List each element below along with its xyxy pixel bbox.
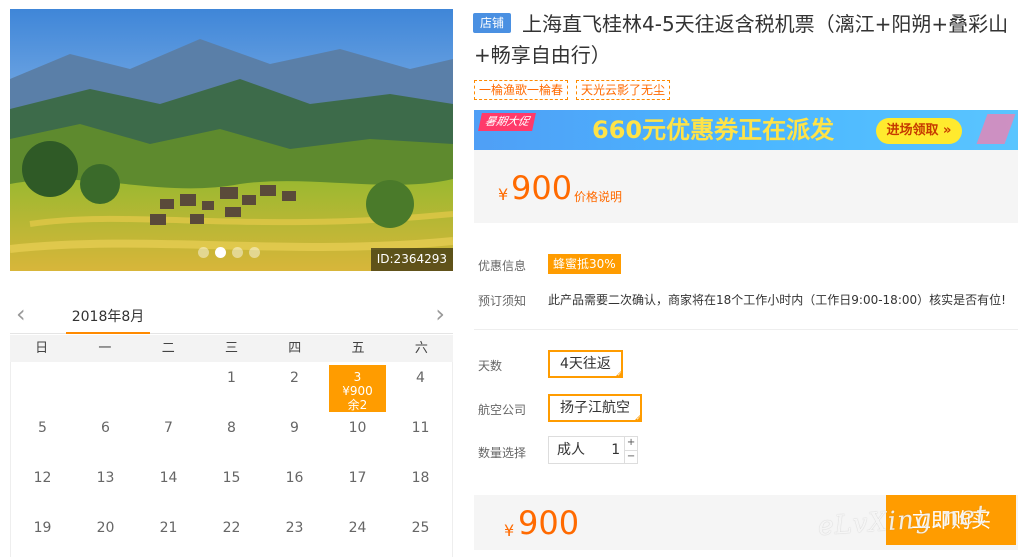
quantity-value[interactable]: 1 xyxy=(600,437,624,463)
calendar-day[interactable]: 16 xyxy=(263,462,326,512)
price-amount: 900 xyxy=(511,169,573,207)
carousel-dot[interactable] xyxy=(249,247,260,258)
available-day-number: 3 xyxy=(353,370,362,384)
weekday-label: 二 xyxy=(161,341,175,356)
promo-claim-button[interactable]: 进场领取 » xyxy=(876,118,962,144)
weekday-label: 四 xyxy=(288,341,302,356)
calendar-day[interactable]: 21 xyxy=(137,512,200,557)
calendar-header: ‹ 2018年8月 › xyxy=(10,300,453,334)
calendar-month-tab[interactable]: 2018年8月 xyxy=(66,306,150,334)
calendar-day[interactable]: 9 xyxy=(263,412,326,462)
calendar-day[interactable]: 17 xyxy=(326,462,389,512)
promo-badge: 暑期大促 xyxy=(478,113,536,131)
divider xyxy=(474,329,1018,330)
calendar-day[interactable]: 1 xyxy=(200,362,263,412)
weekday-label: 日 xyxy=(35,341,49,356)
total-currency: ¥ xyxy=(504,521,515,540)
promo-banner[interactable]: 暑期大促 660元优惠券正在派发 进场领取 » xyxy=(474,110,1018,150)
days-label: 天数 xyxy=(478,359,503,373)
carousel-dot-active[interactable] xyxy=(215,247,226,258)
calendar-day[interactable]: 18 xyxy=(389,462,452,512)
calendar-day[interactable]: 15 xyxy=(200,462,263,512)
weekday-label: 三 xyxy=(224,341,238,356)
quantity-type: 成人 xyxy=(557,442,585,458)
weekday-label: 五 xyxy=(351,341,365,356)
promo-decoration xyxy=(976,114,1016,144)
price-box: ¥ 900 价格说明 xyxy=(474,150,1018,223)
shop-badge[interactable]: 店铺 xyxy=(473,13,511,33)
promo-headline: 660元优惠券正在派发 xyxy=(592,116,835,144)
calendar-day[interactable]: 12 xyxy=(11,462,74,512)
airline-option-selected[interactable]: 扬子江航空 xyxy=(548,394,642,423)
photo-id-label: ID:2364293 xyxy=(370,248,453,271)
calendar-day[interactable]: 5 xyxy=(11,412,74,462)
airline-label: 航空公司 xyxy=(478,403,527,417)
calendar-day[interactable]: 14 xyxy=(137,462,200,512)
calendar-week-row: 19 20 21 22 23 24 25 xyxy=(11,512,452,557)
carousel-dot[interactable] xyxy=(232,247,243,258)
calendar-day[interactable]: 19 xyxy=(11,512,74,557)
calendar-day[interactable]: 6 xyxy=(74,412,137,462)
total-amount: 900 xyxy=(518,504,580,542)
product-tag: 一棆渔歌一棆春 xyxy=(474,80,569,100)
available-date-block[interactable]: 3 ¥900 余2 xyxy=(329,365,386,412)
days-option-selected[interactable]: 4天往返 xyxy=(548,350,623,379)
carousel-dot[interactable] xyxy=(198,247,209,258)
weekday-label: 六 xyxy=(414,341,428,356)
quantity-label: 数量选择 xyxy=(478,446,527,460)
calendar-week-row: 12 13 14 15 16 17 18 xyxy=(11,462,452,512)
calendar-day[interactable]: 25 xyxy=(389,512,452,557)
calendar-day[interactable]: 24 xyxy=(326,512,389,557)
calendar-day[interactable]: 8 xyxy=(200,412,263,462)
calendar-day[interactable]: 4 xyxy=(389,362,452,412)
notice-label: 预订须知 xyxy=(478,294,527,308)
calendar-day[interactable]: 11 xyxy=(389,412,452,462)
weekday-label: 一 xyxy=(98,341,112,356)
calendar-day[interactable]: 10 xyxy=(326,412,389,462)
calendar-day xyxy=(74,362,137,412)
available-day-price: ¥900 xyxy=(342,384,373,398)
calendar-week-row: 5 6 7 8 9 10 11 xyxy=(11,412,452,462)
quantity-stepper[interactable]: 成人 1 + − xyxy=(548,436,638,464)
product-title: 上海直飞桂林4-5天往返含税机票（漓江+阳朔+叠彩山+畅享自由行） xyxy=(474,12,1009,67)
calendar-day[interactable]: 13 xyxy=(74,462,137,512)
calendar-day xyxy=(11,362,74,412)
calendar-day[interactable]: 22 xyxy=(200,512,263,557)
calendar-day-available[interactable]: 3 ¥900 余2 xyxy=(326,362,389,412)
landscape-image xyxy=(10,9,453,271)
product-tags: 一棆渔歌一棆春 天光云影了无尘 xyxy=(474,80,671,100)
chevron-right-icon[interactable]: › xyxy=(435,302,445,326)
discount-badge: 蜂蜜抵30% xyxy=(548,254,621,274)
calendar-day[interactable]: 2 xyxy=(263,362,326,412)
product-photo[interactable]: ID:2364293 xyxy=(10,9,453,271)
available-day-remaining: 余2 xyxy=(347,398,368,412)
quantity-buttons: + − xyxy=(624,437,637,463)
plus-icon[interactable]: + xyxy=(625,437,637,450)
calendar-day[interactable]: 7 xyxy=(137,412,200,462)
calendar-grid: 1 2 3 ¥900 余2 4 5 6 7 8 9 10 11 12 13 14… xyxy=(10,362,453,557)
calendar-weekdays: 日 一 二 三 四 五 六 xyxy=(10,335,453,362)
discount-label: 优惠信息 xyxy=(478,259,527,273)
calendar-day[interactable]: 23 xyxy=(263,512,326,557)
calendar-day[interactable]: 20 xyxy=(74,512,137,557)
price-explanation-link[interactable]: 价格说明 xyxy=(574,188,622,205)
price-currency: ¥ xyxy=(498,185,509,204)
calendar-day xyxy=(137,362,200,412)
booking-notice: 此产品需要二次确认，商家将在18个工作小时内（工作日9:00-18:00）核实是… xyxy=(548,293,1006,307)
calendar-week-row: 1 2 3 ¥900 余2 4 xyxy=(11,362,452,412)
carousel-dots xyxy=(198,247,260,258)
product-tag: 天光云影了无尘 xyxy=(576,80,671,100)
chevron-left-icon[interactable]: ‹ xyxy=(16,302,26,326)
minus-icon[interactable]: − xyxy=(625,449,637,464)
